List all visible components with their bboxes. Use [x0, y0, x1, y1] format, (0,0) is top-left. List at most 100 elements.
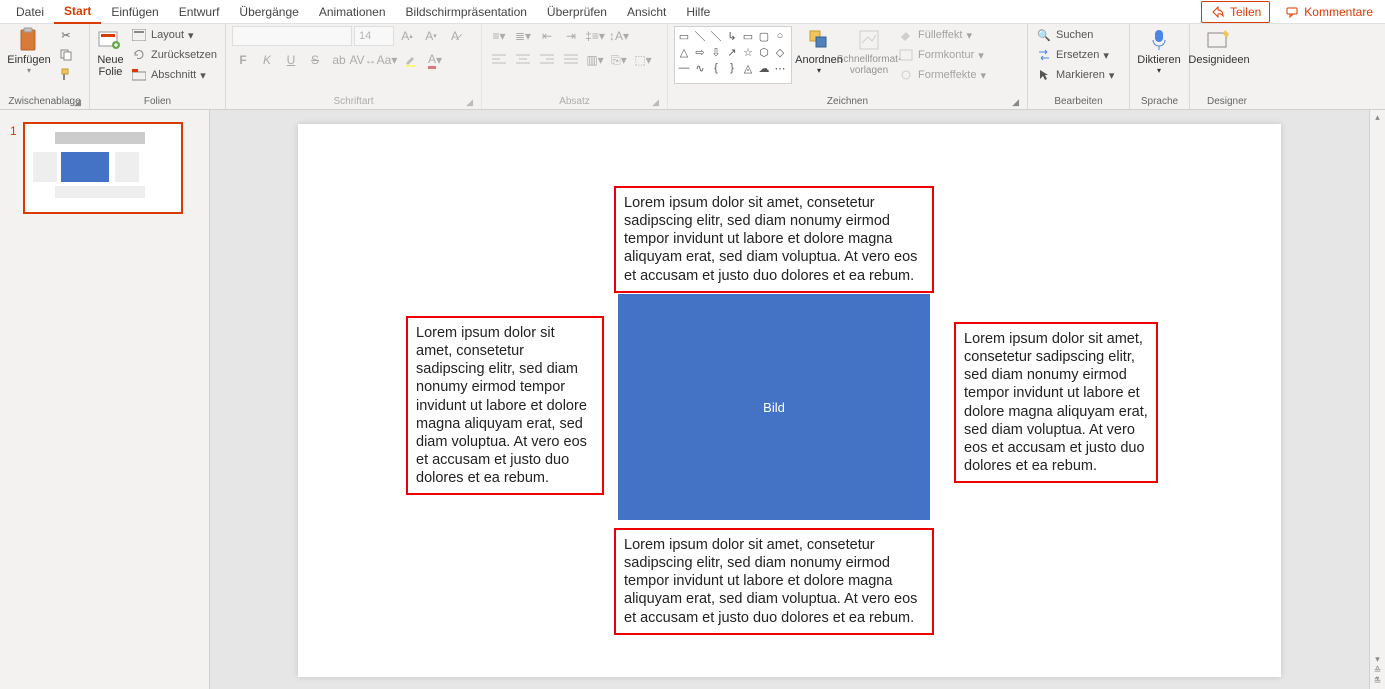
- shape-hex-icon[interactable]: ⬡: [757, 45, 771, 59]
- bullets-button[interactable]: ≡▾: [488, 26, 510, 46]
- replace-button[interactable]: Ersetzen ▾: [1034, 46, 1116, 64]
- scroll-down-button[interactable]: ▾: [1375, 654, 1380, 665]
- clear-formatting-button[interactable]: A̷: [444, 26, 466, 46]
- drawing-launcher[interactable]: ◢: [1012, 97, 1019, 108]
- font-launcher[interactable]: ◢: [466, 97, 473, 108]
- justify-button[interactable]: [560, 50, 582, 70]
- scroll-up-button[interactable]: ▴: [1375, 112, 1380, 123]
- smartart-button[interactable]: ⬚▾: [632, 50, 654, 70]
- increase-font-button[interactable]: A▴: [396, 26, 418, 46]
- tab-start[interactable]: Start: [54, 0, 101, 24]
- align-left-button[interactable]: [488, 50, 510, 70]
- shape-oval-icon[interactable]: ○: [773, 29, 787, 43]
- image-placeholder[interactable]: Bild: [618, 294, 930, 520]
- shape-textbox-icon[interactable]: ▭: [677, 29, 691, 43]
- group-clipboard: Einfügen ▾ ✂ Zwischenablage◢: [0, 24, 90, 109]
- shape-brace-icon[interactable]: {: [709, 61, 723, 75]
- dictate-button[interactable]: Diktieren▾: [1136, 26, 1182, 77]
- underline-button[interactable]: U: [280, 50, 302, 70]
- font-color-button[interactable]: A▾: [424, 50, 446, 70]
- textbox-top[interactable]: Lorem ipsum dolor sit amet, consetetur s…: [614, 186, 934, 293]
- increase-indent-button[interactable]: ⇥: [560, 26, 582, 46]
- shape-line2-icon[interactable]: ＼: [709, 29, 723, 43]
- textbox-bottom[interactable]: Lorem ipsum dolor sit amet, consetetur s…: [614, 528, 934, 635]
- font-size-combo[interactable]: 14: [354, 26, 394, 46]
- tab-ueberpruefen[interactable]: Überprüfen: [537, 1, 617, 23]
- shape-rect-icon[interactable]: ▭: [741, 29, 755, 43]
- find-button[interactable]: 🔍Suchen: [1034, 26, 1116, 44]
- quick-styles-icon: [857, 28, 881, 52]
- cut-button[interactable]: ✂: [56, 26, 76, 44]
- slide[interactable]: Lorem ipsum dolor sit amet, consetetur s…: [298, 124, 1281, 677]
- section-button[interactable]: Abschnitt ▾: [129, 66, 219, 84]
- shape-cloud-icon[interactable]: ☁: [757, 61, 771, 75]
- shape-roundrect-icon[interactable]: ▢: [757, 29, 771, 43]
- shape-callout-icon[interactable]: ◬: [741, 61, 755, 75]
- align-right-button[interactable]: [536, 50, 558, 70]
- shape-diamond-icon[interactable]: ◇: [773, 45, 787, 59]
- numbering-button[interactable]: ≣▾: [512, 26, 534, 46]
- format-painter-button[interactable]: [56, 66, 76, 84]
- collapse-ribbon-button[interactable]: ⌃: [1373, 676, 1381, 687]
- tab-animationen[interactable]: Animationen: [309, 1, 396, 23]
- shape-fill-button[interactable]: Fülleffekt ▾: [896, 26, 988, 44]
- shapes-gallery[interactable]: ▭ ＼ ＼ ↳ ▭ ▢ ○ △ ⇨ ⇩ ↗ ☆ ⬡ ◇ — ∿ { } ◬ ☁: [674, 26, 792, 84]
- shape-more-icon[interactable]: ⋯: [773, 61, 787, 75]
- textbox-right[interactable]: Lorem ipsum dolor sit amet, consetetur s…: [954, 322, 1158, 483]
- copy-button[interactable]: [56, 46, 76, 64]
- paragraph-launcher[interactable]: ◢: [652, 97, 659, 108]
- reset-button[interactable]: Zurücksetzen: [129, 46, 219, 64]
- highlight-button[interactable]: [400, 50, 422, 70]
- align-text-button[interactable]: ⎘▾: [608, 50, 630, 70]
- quick-styles-button[interactable]: Schnellformat- vorlagen: [846, 26, 892, 78]
- align-center-icon: [516, 54, 530, 66]
- scroll-track[interactable]: [1370, 123, 1385, 654]
- shadow-button[interactable]: ab: [328, 50, 350, 70]
- shape-arrow-right-icon[interactable]: ⇨: [693, 45, 707, 59]
- tab-ansicht[interactable]: Ansicht: [617, 1, 676, 23]
- shape-star-icon[interactable]: ☆: [741, 45, 755, 59]
- vertical-scrollbar[interactable]: ▴ ▾ ≙ ≚: [1369, 110, 1385, 689]
- bold-button[interactable]: F: [232, 50, 254, 70]
- tab-hilfe[interactable]: Hilfe: [676, 1, 720, 23]
- layout-icon: [131, 27, 147, 43]
- italic-button[interactable]: K: [256, 50, 278, 70]
- decrease-indent-button[interactable]: ⇤: [536, 26, 558, 46]
- line-spacing-button[interactable]: ‡≡▾: [584, 26, 606, 46]
- text-direction-button[interactable]: ↕A▾: [608, 26, 630, 46]
- shape-arrow-icon[interactable]: ↗: [725, 45, 739, 59]
- design-ideas-button[interactable]: Designideen: [1196, 26, 1242, 68]
- tab-uebergaenge[interactable]: Übergänge: [229, 1, 308, 23]
- shape-line-icon[interactable]: ＼: [693, 29, 707, 43]
- shape-connector-icon[interactable]: ↳: [725, 29, 739, 43]
- prev-slide-button[interactable]: ≙: [1374, 665, 1382, 676]
- char-spacing-button[interactable]: AV↔: [352, 50, 374, 70]
- shape-curve-icon[interactable]: ∿: [693, 61, 707, 75]
- arrange-button[interactable]: Anordnen▾: [796, 26, 842, 77]
- textbox-left[interactable]: Lorem ipsum dolor sit amet, consetetur s…: [406, 316, 604, 495]
- clipboard-launcher[interactable]: ◢: [74, 97, 81, 108]
- font-family-combo[interactable]: [232, 26, 352, 46]
- columns-button[interactable]: ▥▾: [584, 50, 606, 70]
- shape-triangle-icon[interactable]: △: [677, 45, 691, 59]
- new-slide-button[interactable]: Neue Folie: [96, 26, 125, 80]
- comments-button[interactable]: Kommentare: [1278, 2, 1379, 22]
- shape-arrow-down-icon[interactable]: ⇩: [709, 45, 723, 59]
- tab-einfuegen[interactable]: Einfügen: [101, 1, 168, 23]
- strikethrough-button[interactable]: S: [304, 50, 326, 70]
- paste-button[interactable]: Einfügen ▾: [6, 26, 52, 77]
- shape-effects-button[interactable]: Formeffekte ▾: [896, 66, 988, 84]
- select-button[interactable]: Markieren ▾: [1034, 66, 1116, 84]
- decrease-font-button[interactable]: A▾: [420, 26, 442, 46]
- change-case-button[interactable]: Aa▾: [376, 50, 398, 70]
- shape-outline-button[interactable]: Formkontur ▾: [896, 46, 988, 64]
- share-button[interactable]: Teilen: [1201, 1, 1270, 23]
- tab-datei[interactable]: Datei: [6, 1, 54, 23]
- layout-button[interactable]: Layout ▾: [129, 26, 219, 44]
- tab-entwurf[interactable]: Entwurf: [169, 1, 230, 23]
- shape-line3-icon[interactable]: —: [677, 61, 691, 75]
- tab-bildschirmpraesentation[interactable]: Bildschirmpräsentation: [396, 1, 537, 23]
- align-center-button[interactable]: [512, 50, 534, 70]
- shape-brace2-icon[interactable]: }: [725, 61, 739, 75]
- slide-thumbnail-1[interactable]: [23, 122, 183, 214]
